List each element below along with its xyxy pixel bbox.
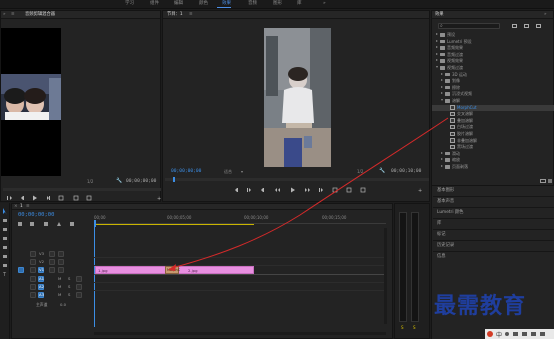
ime-toolbar: 中: [485, 329, 554, 339]
ime-mode-icon: 中: [496, 331, 502, 339]
ime-logo-icon: [487, 331, 493, 337]
emoji-icon: [513, 332, 518, 336]
tools-icon: [540, 332, 545, 336]
keyboard-icon: [522, 332, 527, 336]
skin-icon: [531, 332, 536, 336]
punctuation-icon: [505, 332, 509, 336]
watermark-logo: 最需教育: [434, 293, 527, 319]
annotation-arrow: [168, 117, 449, 271]
